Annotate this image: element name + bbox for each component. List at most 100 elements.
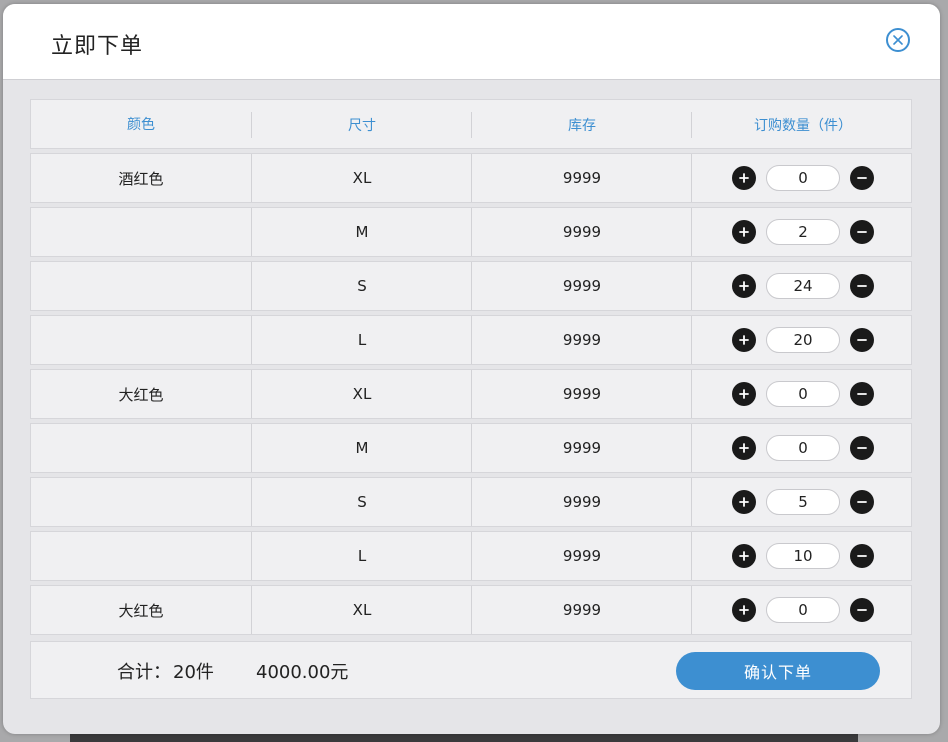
table-row: 大红色 XL 9999: [30, 585, 912, 635]
cell-color: [31, 316, 251, 364]
total-amount: 4000.00元: [256, 662, 349, 683]
cell-size: S: [251, 262, 472, 310]
quantity-stepper: [732, 435, 874, 461]
cell-qty: [691, 370, 914, 418]
quantity-stepper: [732, 381, 874, 407]
increment-button[interactable]: [732, 544, 756, 568]
minus-icon: [857, 555, 867, 557]
cell-qty: [691, 424, 914, 472]
increment-button[interactable]: [732, 436, 756, 460]
minus-icon: [857, 609, 867, 611]
increment-button[interactable]: [732, 490, 756, 514]
cell-size: XL: [251, 154, 472, 202]
table-row: L 9999: [30, 531, 912, 581]
increment-button[interactable]: [732, 274, 756, 298]
quantity-input[interactable]: [766, 273, 840, 299]
cell-qty: [691, 586, 914, 634]
quantity-input[interactable]: [766, 489, 840, 515]
cell-color: 大红色: [118, 601, 164, 620]
plus-icon: [739, 281, 749, 291]
increment-button[interactable]: [732, 166, 756, 190]
minus-icon: [857, 231, 867, 233]
decrement-button[interactable]: [850, 382, 874, 406]
quantity-input[interactable]: [766, 435, 840, 461]
cell-qty: [691, 262, 914, 310]
cell-size: XL: [251, 586, 472, 634]
table-row: 大红色 XL 9999: [30, 369, 912, 419]
confirm-order-button[interactable]: 确认下单: [676, 652, 880, 690]
cell-color: 大红色: [118, 385, 164, 404]
cell-stock: 9999: [471, 316, 692, 364]
cell-stock: 9999: [471, 370, 692, 418]
dialog-header: 立即下单: [3, 4, 940, 80]
total-summary: 合计： 20件: [117, 658, 214, 684]
header-qty: 订购数量（件）: [691, 112, 914, 138]
decrement-button[interactable]: [850, 544, 874, 568]
table-row: M 9999: [30, 207, 912, 257]
quantity-stepper: [732, 597, 874, 623]
cell-qty: [691, 532, 914, 580]
cell-color: [31, 478, 251, 526]
increment-button[interactable]: [732, 328, 756, 352]
decrement-button[interactable]: [850, 436, 874, 460]
minus-icon: [857, 447, 867, 449]
decrement-button[interactable]: [850, 328, 874, 352]
cell-size: M: [251, 424, 472, 472]
total-label: 合计：: [117, 662, 171, 683]
total-quantity: 20件: [173, 662, 214, 683]
decrement-button[interactable]: [850, 598, 874, 622]
header-color: 颜色: [127, 117, 155, 133]
close-button[interactable]: [886, 28, 910, 52]
cell-qty: [691, 154, 914, 202]
cell-color: [31, 532, 251, 580]
cell-stock: 9999: [471, 154, 692, 202]
cell-size: M: [251, 208, 472, 256]
plus-icon: [739, 551, 749, 561]
header-size: 尺寸: [251, 112, 472, 138]
quantity-input[interactable]: [766, 381, 840, 407]
quantity-input[interactable]: [766, 219, 840, 245]
quantity-stepper: [732, 327, 874, 353]
decrement-button[interactable]: [850, 490, 874, 514]
cell-color: [31, 208, 251, 256]
cell-size: XL: [251, 370, 472, 418]
minus-icon: [857, 501, 867, 503]
cell-size: S: [251, 478, 472, 526]
quantity-input[interactable]: [766, 597, 840, 623]
header-stock: 库存: [471, 112, 692, 138]
decrement-button[interactable]: [850, 220, 874, 244]
decrement-button[interactable]: [850, 166, 874, 190]
cell-color: [31, 424, 251, 472]
cell-color: [31, 262, 251, 310]
cell-qty: [691, 208, 914, 256]
order-dialog: 立即下单 颜色 尺寸 库存 订购数量（件） 酒红色 XL 9999 0 M 99…: [3, 4, 940, 734]
cell-stock: 9999: [471, 262, 692, 310]
quantity-stepper: [732, 273, 874, 299]
decrement-button[interactable]: [850, 274, 874, 298]
quantity-stepper: [732, 219, 874, 245]
plus-icon: [739, 173, 749, 183]
cell-stock: 9999: [471, 424, 692, 472]
cell-stock: 9999: [471, 586, 692, 634]
minus-icon: [857, 339, 867, 341]
table-row: 酒红色 XL 9999: [30, 153, 912, 203]
quantity-input[interactable]: [766, 543, 840, 569]
quantity-input[interactable]: [766, 327, 840, 353]
cell-stock: 9999: [471, 478, 692, 526]
cell-stock: 9999: [471, 208, 692, 256]
increment-button[interactable]: [732, 220, 756, 244]
order-footer: 合计： 20件 4000.00元 确认下单: [30, 641, 912, 699]
cell-color: 酒红色: [118, 169, 164, 188]
quantity-stepper: [732, 489, 874, 515]
close-icon: [893, 35, 903, 45]
increment-button[interactable]: [732, 382, 756, 406]
cell-qty: [691, 316, 914, 364]
cell-size: L: [251, 532, 472, 580]
table-row: S 9999: [30, 261, 912, 311]
cell-size: L: [251, 316, 472, 364]
quantity-input[interactable]: [766, 165, 840, 191]
minus-icon: [857, 393, 867, 395]
plus-icon: [739, 605, 749, 615]
dialog-title: 立即下单: [51, 34, 144, 59]
increment-button[interactable]: [732, 598, 756, 622]
